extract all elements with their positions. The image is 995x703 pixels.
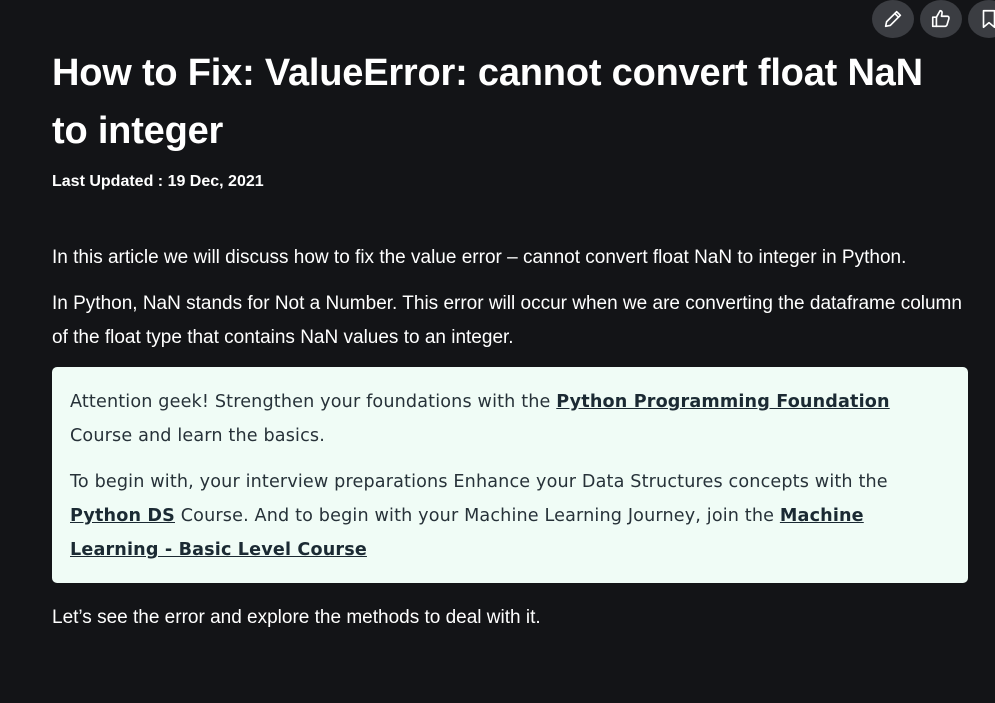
article-title: How to Fix: ValueError: cannot convert f…: [52, 52, 923, 152]
like-button[interactable]: [920, 0, 962, 38]
outro-paragraph: Let’s see the error and explore the meth…: [52, 607, 541, 628]
article: How to Fix: ValueError: cannot convert f…: [52, 44, 968, 635]
bookmark-button[interactable]: [968, 0, 995, 38]
article-toolbar: [872, 0, 995, 38]
promo-text: To begin with, your interview preparatio…: [70, 472, 888, 492]
promo-line-1: Attention geek! Strengthen your foundati…: [70, 385, 952, 453]
promo-text: Course and learn the basics.: [70, 426, 325, 446]
course-promo-box: Attention geek! Strengthen your foundati…: [52, 367, 968, 583]
last-updated-date: 19 Dec, 2021: [167, 173, 264, 190]
edit-icon: [884, 10, 902, 28]
promo-text: Course. And to begin with your Machine L…: [175, 506, 780, 526]
python-foundation-link[interactable]: Python Programming Foundation: [556, 392, 889, 412]
nan-explanation-paragraph: In Python, NaN stands for Not a Number. …: [52, 293, 962, 348]
python-ds-link[interactable]: Python DS: [70, 506, 175, 526]
edit-button[interactable]: [872, 0, 914, 38]
intro-paragraph: In this article we will discuss how to f…: [52, 247, 907, 268]
promo-line-2: To begin with, your interview preparatio…: [70, 465, 952, 567]
last-updated: Last Updated : 19 Dec, 2021: [52, 173, 968, 191]
bookmark-icon: [982, 9, 995, 29]
last-updated-label: Last Updated :: [52, 173, 168, 190]
promo-text: Attention geek! Strengthen your foundati…: [70, 392, 557, 412]
like-icon: [931, 9, 950, 28]
